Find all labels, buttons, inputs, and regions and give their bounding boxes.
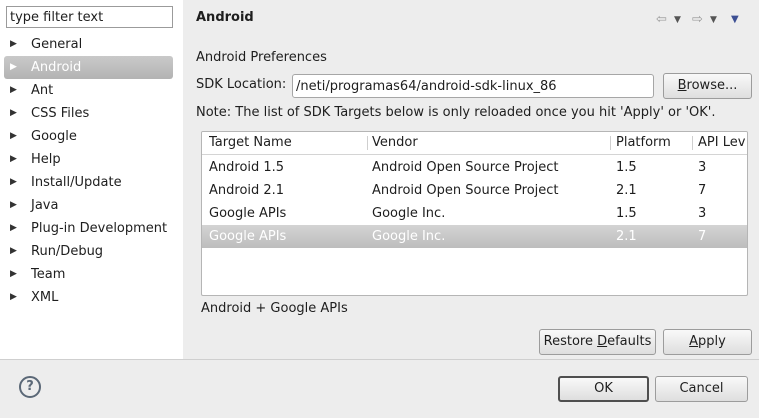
expand-arrow-icon[interactable]: ▶ [10, 263, 17, 286]
browse-mnemonic: B [677, 78, 687, 93]
cell-platform: 2.1 [616, 229, 637, 244]
help-icon[interactable]: ? [19, 376, 41, 398]
apply-mnemonic: A [689, 334, 699, 349]
sdk-location-input[interactable] [292, 74, 654, 98]
tree-item-label: Ant [31, 83, 54, 98]
tree-item-label: CSS Files [31, 106, 90, 121]
cell-api-level: 3 [698, 206, 707, 221]
preferences-navigation-pane: ▶ General ▶ Android ▶ Ant ▶ CSS Files ▶ Googl… [0, 0, 183, 359]
chevron-down-icon[interactable]: ▼ [710, 12, 717, 28]
tree-item-label: Plug-in Development [31, 221, 168, 236]
tree-item-general[interactable]: ▶ General [0, 33, 183, 56]
table-row[interactable]: Google APIs Google Inc. 1.5 3 [202, 202, 747, 225]
restore-defaults-button[interactable]: Restore Defaults [539, 329, 656, 355]
column-divider[interactable] [610, 136, 611, 150]
column-header-platform[interactable]: Platform [616, 132, 694, 154]
restore-label-pre: Restore [543, 334, 598, 349]
column-header-target-name[interactable]: Target Name [209, 132, 369, 154]
cell-vendor: Google Inc. [372, 206, 446, 221]
cell-vendor: Android Open Source Project [372, 183, 559, 198]
tree-item-xml[interactable]: ▶ XML [0, 286, 183, 309]
tree-item-label: Java [31, 198, 59, 213]
expand-arrow-icon[interactable]: ▶ [10, 79, 17, 102]
tree-item-java[interactable]: ▶ Java [0, 194, 183, 217]
cell-platform: 1.5 [616, 206, 637, 221]
tree-item-help[interactable]: ▶ Help [0, 148, 183, 171]
tree-item-install-update[interactable]: ▶ Install/Update [0, 171, 183, 194]
sdk-targets-table[interactable]: Target Name Vendor Platform API Lev Andr… [201, 131, 748, 296]
expand-arrow-icon[interactable]: ▶ [10, 33, 17, 56]
page-title: Android [196, 10, 254, 25]
ok-button[interactable]: OK [558, 376, 649, 402]
tree-item-label: Team [31, 267, 66, 282]
expand-arrow-icon[interactable]: ▶ [10, 56, 17, 79]
tree-item-label: Help [31, 152, 61, 167]
table-row[interactable]: Android 2.1 Android Open Source Project … [202, 179, 747, 202]
cell-vendor: Google Inc. [372, 229, 446, 244]
tree-item-google[interactable]: ▶ Google [0, 125, 183, 148]
cell-api-level: 7 [698, 183, 707, 198]
tree-item-css-files[interactable]: ▶ CSS Files [0, 102, 183, 125]
expand-arrow-icon[interactable]: ▶ [10, 102, 17, 125]
table-row-selected[interactable]: Google APIs Google Inc. 2.1 7 [202, 225, 747, 248]
expand-arrow-icon[interactable]: ▶ [10, 194, 17, 217]
column-divider[interactable] [367, 136, 368, 150]
cell-vendor: Android Open Source Project [372, 160, 559, 175]
cell-api-level: 7 [698, 229, 707, 244]
view-menu-icon[interactable]: ▼ [731, 12, 739, 28]
chevron-down-icon[interactable]: ▼ [674, 12, 681, 28]
cell-platform: 2.1 [616, 183, 637, 198]
preferences-heading: Android Preferences [196, 50, 327, 65]
browse-label-post: rowse... [686, 78, 738, 93]
tree-item-android[interactable]: ▶ Android [4, 56, 173, 79]
tree-item-label: Install/Update [31, 175, 122, 190]
sdk-location-label: SDK Location: [196, 77, 287, 92]
footer-divider [0, 359, 759, 360]
selected-target-description: Android + Google APIs [201, 301, 348, 316]
column-divider[interactable] [692, 136, 693, 150]
table-header: Target Name Vendor Platform API Lev [202, 132, 747, 155]
column-header-vendor[interactable]: Vendor [372, 132, 612, 154]
tree-item-run-debug[interactable]: ▶ Run/Debug [0, 240, 183, 263]
restore-mnemonic: D [597, 334, 608, 349]
tree-item-label: General [31, 37, 83, 52]
tree-item-plug-in-development[interactable]: ▶ Plug-in Development [0, 217, 183, 240]
cancel-button[interactable]: Cancel [655, 376, 748, 402]
apply-label-post: pply [698, 334, 726, 349]
browse-button[interactable]: Browse... [663, 73, 752, 99]
table-row[interactable]: Android 1.5 Android Open Source Project … [202, 156, 747, 179]
cell-api-level: 3 [698, 160, 707, 175]
cell-target-name: Google APIs [209, 229, 287, 244]
tree-item-team[interactable]: ▶ Team [0, 263, 183, 286]
expand-arrow-icon[interactable]: ▶ [10, 171, 17, 194]
cell-target-name: Android 1.5 [209, 160, 285, 175]
tree-item-ant[interactable]: ▶ Ant [0, 79, 183, 102]
filter-input[interactable] [6, 6, 173, 28]
restore-label-post: efaults [607, 334, 652, 349]
expand-arrow-icon[interactable]: ▶ [10, 217, 17, 240]
expand-arrow-icon[interactable]: ▶ [10, 240, 17, 263]
preferences-tree: ▶ General ▶ Android ▶ Ant ▶ CSS Files ▶ Googl… [0, 33, 183, 309]
expand-arrow-icon[interactable]: ▶ [10, 148, 17, 171]
column-header-api-level[interactable]: API Lev [698, 132, 747, 154]
sdk-note: Note: The list of SDK Targets below is o… [196, 105, 716, 120]
tree-item-label: Run/Debug [31, 244, 104, 259]
expand-arrow-icon[interactable]: ▶ [10, 286, 17, 309]
tree-item-label: Android [31, 60, 82, 75]
expand-arrow-icon[interactable]: ▶ [10, 125, 17, 148]
cell-platform: 1.5 [616, 160, 637, 175]
back-arrow-icon[interactable]: ⇦ [656, 12, 667, 28]
apply-button[interactable]: Apply [663, 329, 752, 355]
tree-item-label: Google [31, 129, 77, 144]
cell-target-name: Google APIs [209, 206, 287, 221]
cell-target-name: Android 2.1 [209, 183, 285, 198]
forward-arrow-icon[interactable]: ⇨ [692, 12, 703, 28]
tree-item-label: XML [31, 290, 59, 305]
